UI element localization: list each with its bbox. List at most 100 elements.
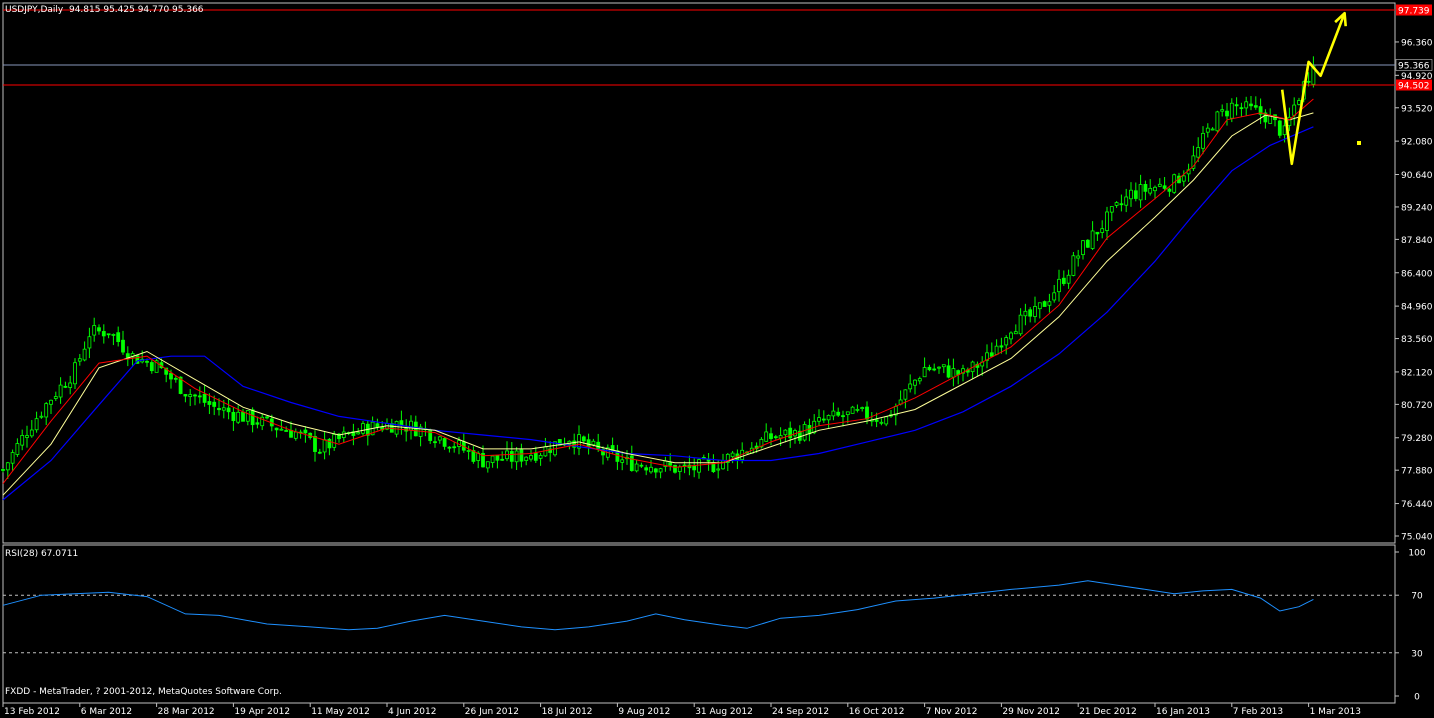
rsi-axis-tick-label: 100 [1408,549,1425,559]
candle-body [361,423,365,434]
copyright-text: FXDD - MetaTrader, ? 2001-2012, MetaQuot… [5,687,282,697]
candle-body [255,422,260,425]
candle-body [495,455,500,461]
candle-body [989,352,994,357]
candle-body [1210,128,1215,131]
candle-body [1,469,5,471]
candle-body [279,428,284,431]
candle-body [274,427,279,431]
x-axis-tick-label: 31 Aug 2012 [695,707,753,717]
candle-body [1013,331,1018,335]
candle-body [111,333,116,336]
candle-body [313,436,317,452]
candle-body [884,416,889,425]
candle-body [831,410,836,417]
candle-body [538,454,543,459]
candle-body [773,436,778,439]
candle-body [1047,301,1052,306]
candle-body [1100,228,1105,233]
candle-body [788,427,793,439]
x-axis-tick-label: 21 Dec 2012 [1079,707,1137,717]
candle-body [841,415,845,418]
candle-body [850,406,855,414]
candle-body [452,446,457,449]
candle-body [908,383,913,390]
candle-body [596,441,601,449]
candle-body [1057,278,1061,293]
candle-body [1028,309,1033,317]
candle-body [92,325,97,336]
candle-body [1095,231,1100,235]
candle-body [293,431,298,439]
candle-body [265,416,269,419]
candle-body [1090,230,1095,249]
candle-body [649,466,653,473]
candle-body [586,439,591,447]
candle-body [466,450,471,452]
candle-body [87,336,92,349]
candle-body [29,429,34,437]
candle-body [1201,132,1205,149]
candle-body [673,464,677,473]
y-axis-tick-label: 76.440 [1401,500,1433,510]
ohlc-values: 94.815 95.425 94.770 95.366 [68,5,204,15]
candle-body [1148,187,1153,194]
candle-body [778,435,783,439]
y-axis-tick-label: 84.960 [1401,303,1433,313]
candle-body [221,407,226,411]
candle-body [73,362,77,385]
candle-body [149,362,154,372]
candle-body [1105,211,1109,231]
candle-body [433,441,437,444]
candle-body [25,435,29,438]
candle-body [653,468,658,473]
rsi-axis-tick-label: 30 [1411,649,1423,659]
candle-body [1085,239,1090,248]
candle-body [442,438,447,447]
candle-body [289,429,293,438]
candle-body [1297,100,1301,105]
candle-body [1119,203,1124,206]
candle-body [1244,101,1249,109]
candle-body [375,423,380,428]
candle-body [44,403,49,418]
candle-body [212,401,217,407]
candle-body [1167,188,1172,192]
candle-body [193,394,197,397]
candle-body [1114,202,1119,206]
candle-body [1215,111,1220,132]
y-axis-tick-label: 75.040 [1401,533,1433,543]
candle-body [10,452,15,464]
candle-body [1009,332,1013,340]
candle-body [332,434,337,448]
candle-body [490,455,495,463]
candle-body [817,417,821,422]
candle-body [519,449,524,462]
candle-body [1133,190,1138,199]
candle-body [533,452,538,461]
rsi-axis-tick-label: 0 [1414,693,1420,703]
candle-body [145,360,149,363]
candle-body [226,407,231,413]
candle-body [1277,120,1282,136]
candle-body [951,368,956,378]
x-axis-tick-label: 1 Mar 2013 [1310,707,1361,717]
x-axis-tick-label: 4 Jun 2012 [388,707,436,717]
candle-body [1129,189,1133,200]
x-axis-tick-label: 16 Oct 2012 [849,707,905,717]
candle-body [1076,255,1081,259]
candle-body [1234,104,1239,107]
candle-body [913,379,917,386]
candle-body [946,365,951,378]
price-tag-label-0: 97.739 [1398,7,1430,17]
price-chart[interactable]: 97.739 95.366 94.502 96.360 94.920 93.520 92.0… [0,0,1434,718]
candle-body [1042,301,1047,307]
candle-body [1181,175,1186,182]
candle-body [706,459,711,462]
candle-body [1292,104,1297,116]
y-axis-tick-label: 96.360 [1401,38,1433,48]
candle-body [658,468,663,473]
candle-body [802,424,807,441]
candle-body [394,421,399,435]
candle-body [197,395,202,398]
